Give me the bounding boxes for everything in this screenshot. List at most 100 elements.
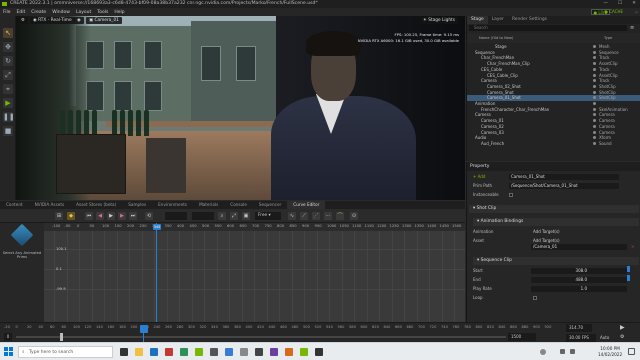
tab-stage[interactable]: Stage	[467, 16, 488, 24]
move-tool-icon[interactable]: ✥	[3, 42, 13, 52]
prim-name-field[interactable]: Camera_01_Shot	[509, 174, 619, 180]
close-button[interactable]: ✕	[632, 0, 636, 8]
fit-icon[interactable]: ⤢	[230, 212, 238, 220]
weather-icon[interactable]	[540, 349, 546, 355]
notification-icon[interactable]	[628, 348, 635, 355]
timeline-play-icon[interactable]: ▶	[620, 324, 625, 331]
app-icon-3[interactable]	[210, 348, 218, 356]
end-field[interactable]: 488.0	[531, 277, 627, 283]
visibility-eye-icon[interactable]	[593, 84, 596, 88]
visibility-eye-icon[interactable]	[593, 56, 596, 60]
scale-tool-icon[interactable]: ⤢	[3, 70, 13, 80]
volume-icon[interactable]	[570, 349, 575, 354]
frame-all-icon[interactable]: ▣	[242, 212, 250, 220]
play-icon[interactable]: ▶	[3, 98, 13, 108]
visibility-eye-icon[interactable]	[593, 79, 596, 83]
app-icon-6[interactable]	[255, 348, 263, 356]
curve-graph[interactable]: -100-50050100150200250300350400450500550…	[44, 223, 465, 322]
menu-window[interactable]: Window	[52, 10, 70, 15]
prev-key-icon[interactable]: ◀	[96, 212, 104, 220]
minimize-button[interactable]: —	[603, 0, 608, 8]
visibility-eye-icon[interactable]	[593, 130, 596, 134]
tangent-smooth-icon[interactable]: ⌒	[336, 212, 344, 220]
menu-tools[interactable]: Tools	[97, 10, 108, 15]
visibility-eye-icon[interactable]	[593, 50, 596, 54]
app-icon-7[interactable]	[270, 348, 278, 356]
first-frame-icon[interactable]: ⏮	[85, 212, 93, 220]
loop-icon[interactable]: ⟲	[145, 212, 153, 220]
curve-playhead[interactable]: 345	[153, 223, 161, 322]
stage-lights-button[interactable]: ☀ Stage Lights	[420, 17, 458, 24]
prim-path-field[interactable]: /Sequence/Shot/Camera_01_Shot	[509, 183, 619, 189]
frame-end-field[interactable]	[192, 212, 214, 220]
zoom-icon[interactable]: ⌕	[218, 212, 226, 220]
chevron-down-icon[interactable]: ⌵	[635, 9, 638, 15]
app-icon-10[interactable]	[315, 348, 323, 356]
app-icon-2[interactable]	[180, 348, 188, 356]
play-button-icon[interactable]: ▶	[107, 212, 115, 220]
last-frame-icon[interactable]: ⏭	[129, 212, 137, 220]
omniverse-icon[interactable]	[195, 348, 203, 356]
loop-checkbox[interactable]	[533, 296, 537, 300]
visibility-eye-icon[interactable]	[593, 45, 596, 48]
col-type[interactable]: Type	[604, 36, 612, 40]
asset-field[interactable]: /Camera_01	[531, 244, 627, 250]
visibility-eye-icon[interactable]	[593, 136, 596, 140]
rotate-tool-icon[interactable]: ↻	[3, 56, 13, 66]
end-keyframe-icon[interactable]	[627, 275, 630, 281]
bottom-tab[interactable]: Materials	[193, 201, 224, 209]
cache-button[interactable]: ● CACHE	[602, 9, 625, 15]
select-tool-icon[interactable]: ↖	[3, 28, 13, 38]
stage-tree-row[interactable]: Aud_French Sound	[467, 141, 640, 147]
snap-icon[interactable]: ⊞	[55, 212, 63, 220]
remove-asset-icon[interactable]: ✕	[631, 244, 634, 250]
visibility-eye-icon[interactable]	[593, 90, 596, 94]
tangent-auto-icon[interactable]: ⋰	[312, 212, 320, 220]
auto-key-toggle[interactable]: Auto	[600, 334, 609, 342]
visibility-eye-icon[interactable]	[593, 124, 596, 128]
bottom-tab[interactable]: Environments	[152, 201, 193, 209]
app-icon-5[interactable]	[240, 348, 248, 356]
col-name[interactable]: Name (Old to New)	[479, 36, 513, 40]
bottom-tab[interactable]: Asset Stores (beta)	[70, 201, 122, 209]
viewport-settings-icon[interactable]: ⚙	[18, 17, 28, 24]
bottom-tab[interactable]: Sequencer	[253, 201, 287, 209]
file-explorer-icon[interactable]	[135, 348, 143, 356]
render-mode-button[interactable]: ◉ RTX - Real-Time	[30, 17, 75, 24]
visibility-eye-icon[interactable]	[593, 107, 596, 111]
menu-create[interactable]: Create	[31, 10, 46, 15]
taskbar-search-input[interactable]: ⌕ Type here to search	[18, 346, 113, 358]
range-handle-start[interactable]	[60, 333, 63, 341]
tangent-step-icon[interactable]: ⋯	[324, 212, 332, 220]
menu-edit[interactable]: Edit	[17, 10, 26, 15]
visibility-eye-icon[interactable]	[593, 73, 596, 77]
menu-help[interactable]: Help	[114, 10, 124, 15]
timeline-settings-icon[interactable]: ⚙	[620, 334, 624, 340]
tab-render-settings[interactable]: Render Settings	[508, 16, 551, 24]
keyframe-icon[interactable]: ◆	[67, 212, 75, 220]
timeline-start-field[interactable]: 0	[4, 333, 12, 341]
tangent-flat-icon[interactable]: ∿	[288, 212, 296, 220]
bottom-tab[interactable]: Samples	[122, 201, 152, 209]
viewport-eye-icon[interactable]: ◉	[74, 17, 84, 24]
start-keyframe-icon[interactable]	[627, 266, 630, 272]
tangent-linear-icon[interactable]: ⟋	[300, 212, 308, 220]
visibility-eye-icon[interactable]	[593, 102, 596, 105]
visibility-eye-icon[interactable]	[593, 119, 596, 123]
bottom-tab[interactable]: Curve Editor	[287, 201, 326, 209]
curve-ruler[interactable]: -100-50050100150200250300350400450500550…	[44, 223, 465, 231]
weighted-tangent-icon[interactable]: ⊙	[350, 212, 358, 220]
maximize-button[interactable]: ☐	[618, 0, 622, 8]
start-field[interactable]: 308.0	[531, 268, 627, 274]
stop-icon[interactable]: ■	[3, 126, 13, 136]
animation-bindings-section[interactable]: ▾ Animation Bindings	[473, 218, 639, 226]
visibility-eye-icon[interactable]	[593, 96, 596, 100]
edge-icon[interactable]	[150, 348, 158, 356]
instanceable-checkbox[interactable]	[509, 193, 513, 197]
visibility-eye-icon[interactable]	[593, 141, 596, 145]
camera-select-button[interactable]: ▣ Camera_01	[86, 17, 122, 24]
menu-file[interactable]: File	[3, 10, 11, 15]
current-frame-field[interactable]: 314.70	[566, 324, 592, 332]
bottom-tab[interactable]: NVIDIA Assets	[29, 201, 71, 209]
app-icon-9[interactable]	[300, 348, 308, 356]
